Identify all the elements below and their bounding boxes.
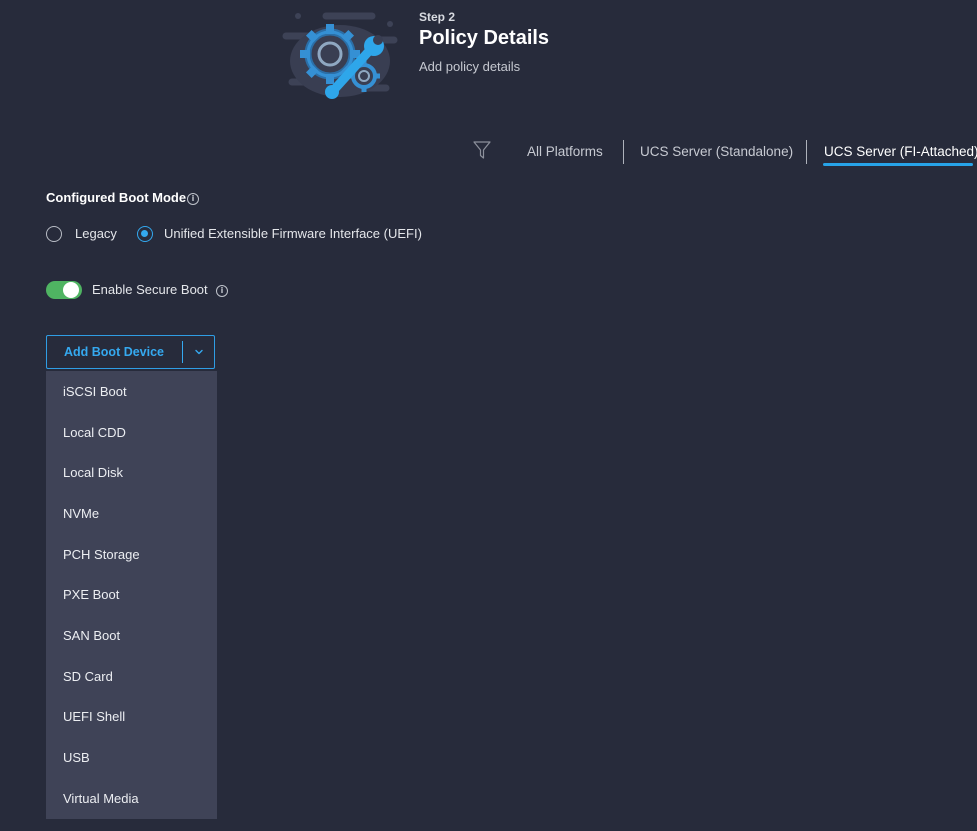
active-tab-indicator xyxy=(823,163,973,166)
tab-divider xyxy=(806,140,807,164)
step-label: Step 2 xyxy=(419,10,456,24)
menu-item-pxe-boot[interactable]: PXE Boot xyxy=(63,587,119,602)
boot-device-menu: iSCSI Boot Local CDD Local Disk NVMe PCH… xyxy=(46,371,217,819)
chevron-down-icon[interactable] xyxy=(192,345,206,359)
menu-item-san-boot[interactable]: SAN Boot xyxy=(63,628,120,643)
secure-boot-label: Enable Secure Boot xyxy=(92,282,208,297)
tab-ucs-server-standalone[interactable]: UCS Server (Standalone) xyxy=(640,144,793,159)
info-icon[interactable]: i xyxy=(187,193,199,205)
menu-item-sd-card[interactable]: SD Card xyxy=(63,669,113,684)
page-title: Policy Details xyxy=(419,27,550,49)
menu-item-local-disk[interactable]: Local Disk xyxy=(63,465,123,480)
radio-legacy[interactable] xyxy=(46,226,62,242)
tab-ucs-server-fi-attached[interactable]: UCS Server (FI-Attached) xyxy=(824,144,977,159)
menu-item-local-cdd[interactable]: Local CDD xyxy=(63,425,126,440)
radio-uefi-label[interactable]: Unified Extensible Firmware Interface (U… xyxy=(164,226,422,241)
menu-item-uefi-shell[interactable]: UEFI Shell xyxy=(63,709,125,724)
menu-item-pch-storage[interactable]: PCH Storage xyxy=(63,547,140,562)
menu-item-nvme[interactable]: NVMe xyxy=(63,506,99,521)
tab-divider xyxy=(623,140,624,164)
add-boot-device-label[interactable]: Add Boot Device xyxy=(64,345,164,359)
filter-icon[interactable] xyxy=(472,140,492,160)
menu-item-iscsi-boot[interactable]: iSCSI Boot xyxy=(63,384,127,399)
gear-wrench-icon xyxy=(282,12,398,99)
radio-legacy-label[interactable]: Legacy xyxy=(75,226,117,241)
split-button-divider xyxy=(182,341,183,363)
radio-uefi[interactable] xyxy=(137,226,153,242)
info-icon[interactable]: i xyxy=(216,285,228,297)
tab-all-platforms[interactable]: All Platforms xyxy=(527,144,603,159)
toggle-knob xyxy=(63,282,79,298)
menu-item-usb[interactable]: USB xyxy=(63,750,90,765)
menu-item-virtual-media[interactable]: Virtual Media xyxy=(63,791,139,806)
page-subtitle: Add policy details xyxy=(419,59,521,74)
boot-mode-heading: Configured Boot Mode xyxy=(46,190,187,205)
